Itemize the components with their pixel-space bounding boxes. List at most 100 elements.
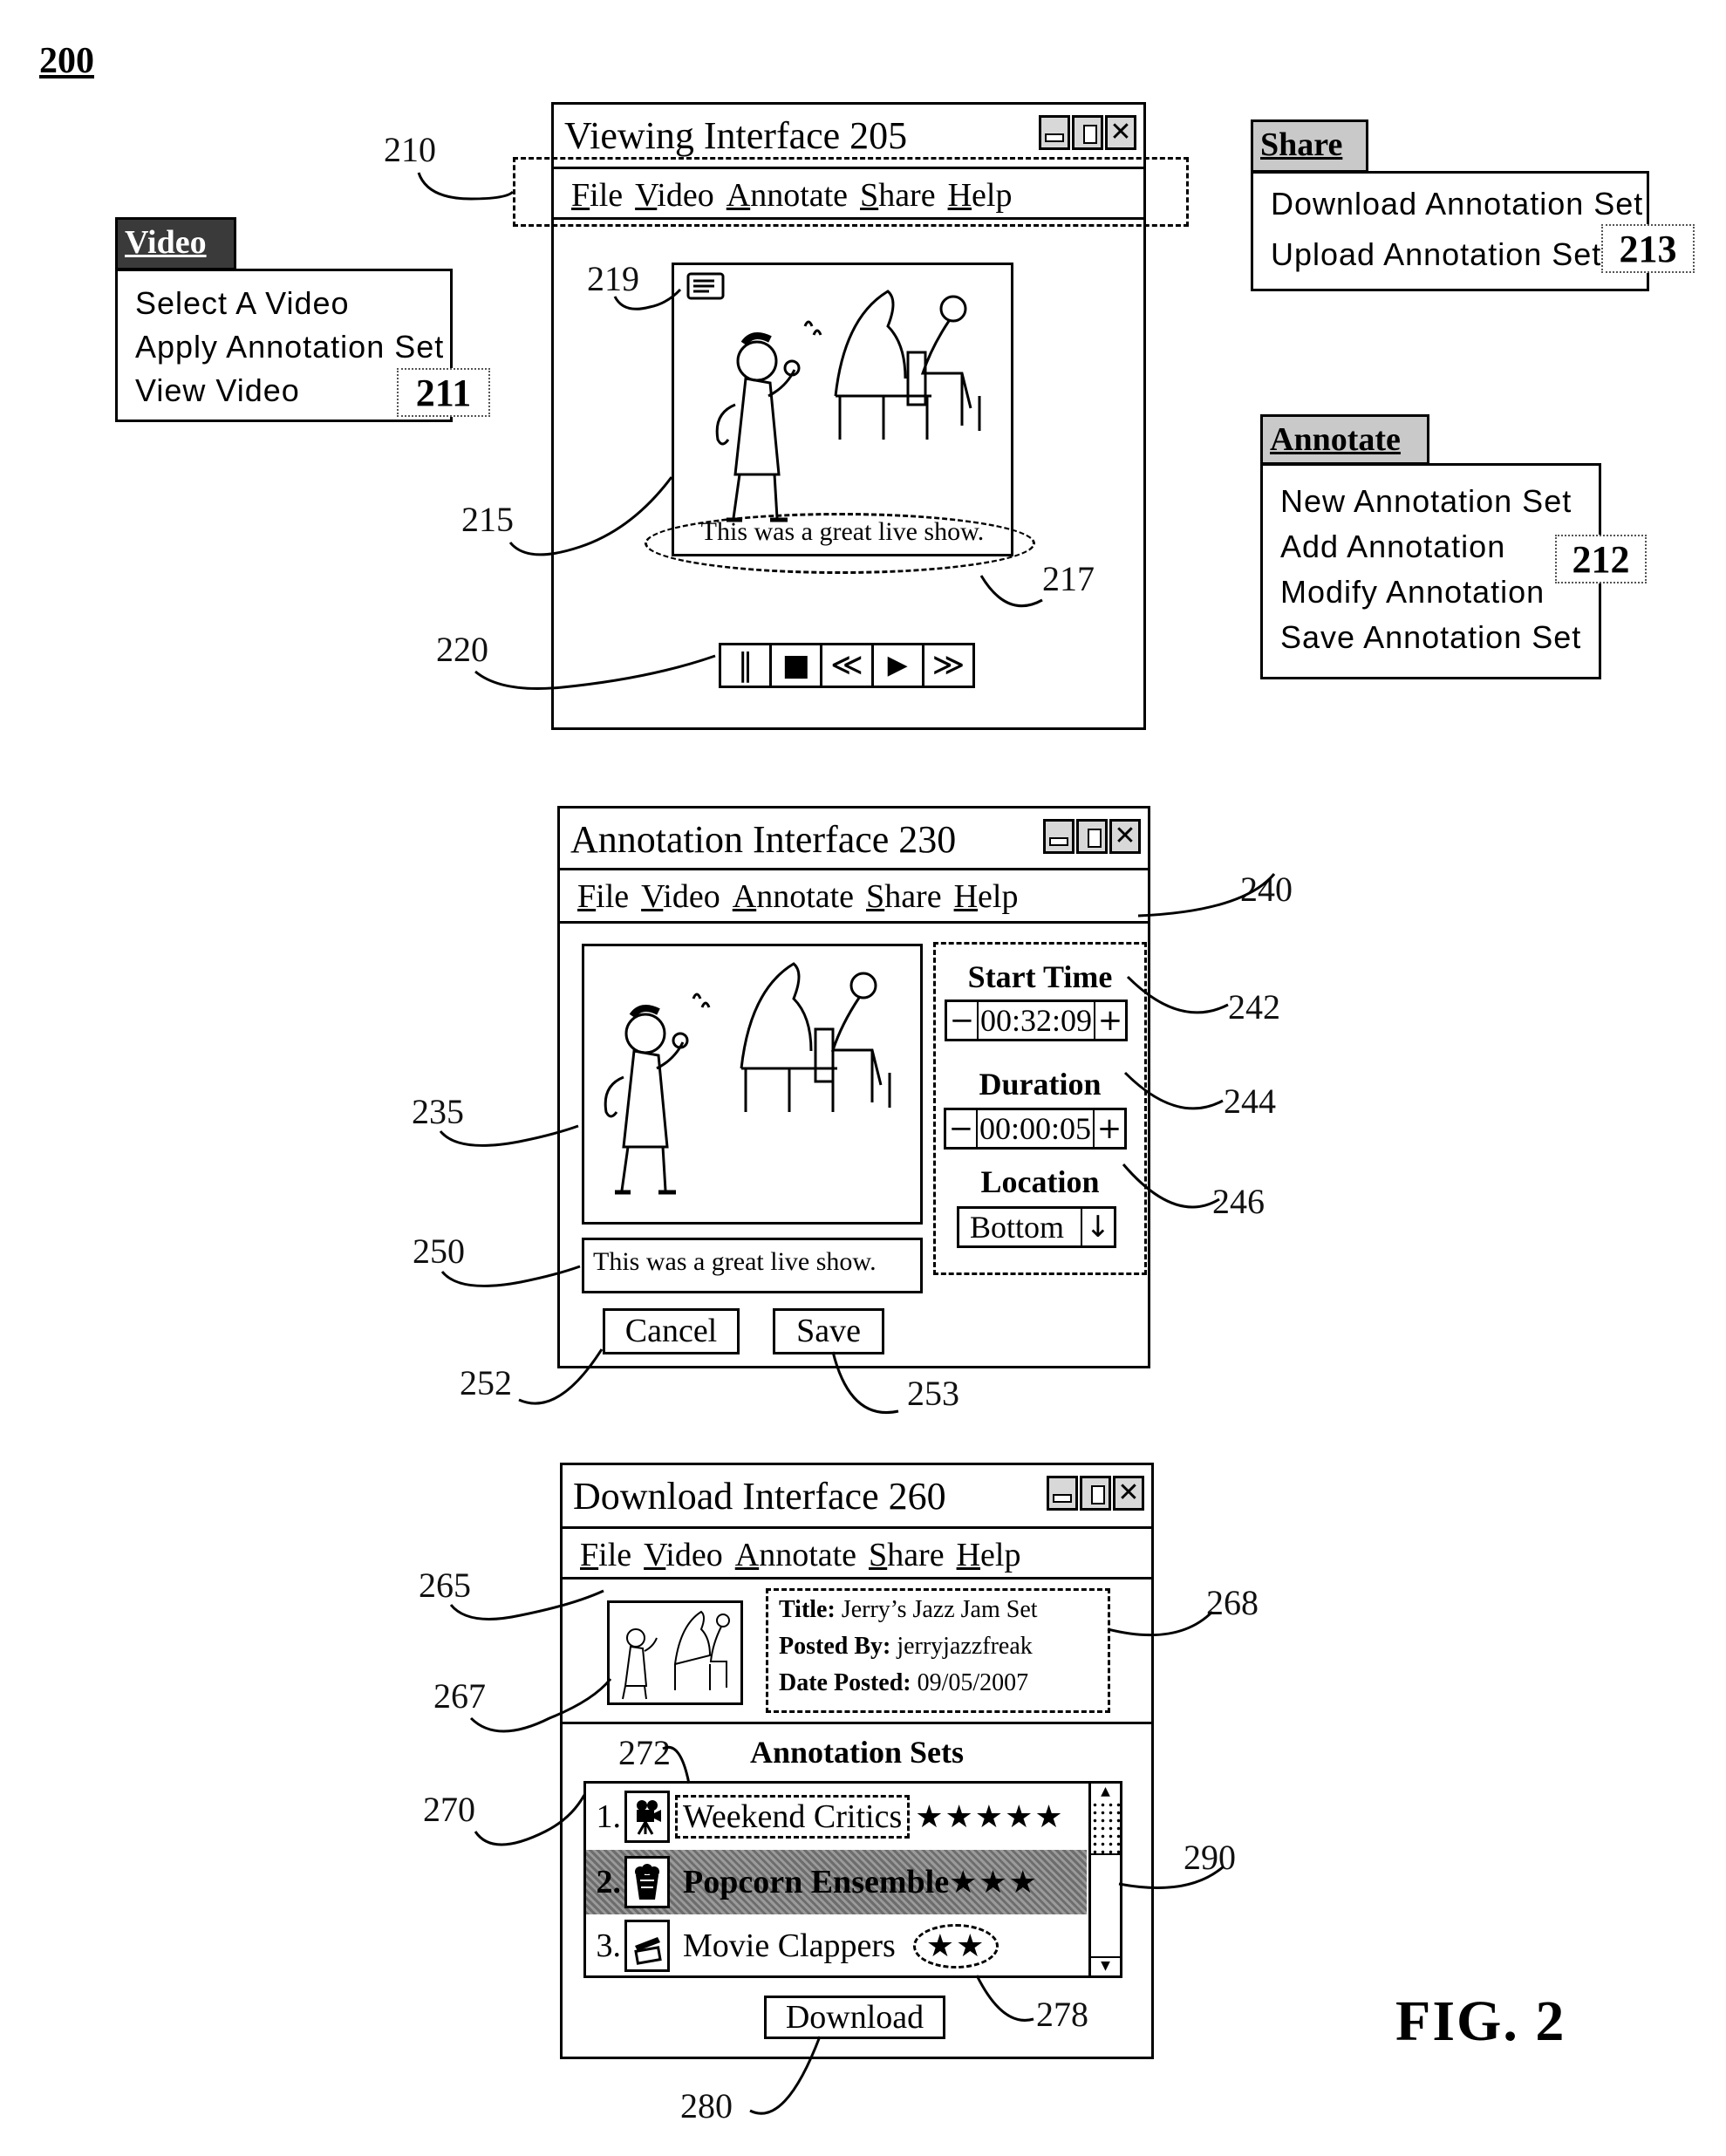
menu-video[interactable]: Video — [641, 877, 720, 916]
video-menu-tab[interactable]: Video — [115, 217, 236, 270]
menu-file[interactable]: File — [580, 1536, 631, 1574]
info-posted-by-value: jerryjazzfreak — [897, 1633, 1033, 1660]
minimize-button[interactable] — [1039, 115, 1070, 150]
menu-item-apply-annotation-set[interactable]: Apply Annotation Set — [135, 329, 444, 365]
menu-file[interactable]: File — [577, 877, 629, 916]
video-menu-tab-label: Video — [125, 224, 207, 261]
restore-button[interactable] — [1072, 115, 1103, 150]
info-date-label: Date Posted: — [779, 1669, 911, 1696]
menu-bar: File Video Annotate Share Help — [560, 870, 1148, 924]
info-date-row: Date Posted: 09/05/2007 — [779, 1669, 1028, 1697]
ref-270: 270 — [423, 1790, 475, 1829]
stop-button[interactable]: ■ — [772, 645, 823, 686]
menu-item-add-annotation[interactable]: Add Annotation — [1280, 529, 1505, 565]
menu-item-select-video[interactable]: Select A Video — [135, 285, 350, 322]
annotation-text-input[interactable]: This was a great live show. — [582, 1238, 923, 1293]
rewind-button[interactable]: ≪ — [822, 645, 874, 686]
menu-item-view-video[interactable]: View Video — [135, 372, 300, 409]
minimize-button[interactable] — [1043, 819, 1074, 854]
share-menu-tab[interactable]: Share — [1251, 119, 1368, 173]
ref-235: 235 — [412, 1092, 464, 1131]
set-name: Weekend Critics — [675, 1795, 911, 1839]
ref-265: 265 — [419, 1566, 471, 1605]
annotate-menu-tab[interactable]: Annotate — [1260, 414, 1429, 465]
info-posted-by-row: Posted By: jerryjazzfreak — [779, 1633, 1033, 1661]
menu-share[interactable]: Share — [869, 1536, 945, 1574]
fast-forward-icon: ≫ — [931, 647, 965, 683]
ref-242: 242 — [1228, 987, 1280, 1027]
close-icon: ✕ — [1114, 821, 1136, 851]
duration-value[interactable]: 00:00:05 — [978, 1110, 1093, 1147]
start-time-stepper: − 00:32:09 + — [945, 1000, 1128, 1041]
video-thumbnail[interactable] — [607, 1600, 743, 1705]
video-info-box: Title: Jerry’s Jazz Jam Set Posted By: j… — [766, 1588, 1110, 1713]
start-time-increment-button[interactable]: + — [1094, 1002, 1125, 1039]
rating-stars: ★★ — [912, 1923, 999, 1968]
location-value: Bottom — [970, 1210, 1065, 1245]
video-scene-illustration — [604, 962, 891, 1195]
clapperboard-icon — [624, 1920, 670, 1972]
video-preview[interactable] — [582, 944, 923, 1225]
chevron-down-icon[interactable]: ↓ — [1081, 1209, 1114, 1245]
ref-240: 240 — [1240, 870, 1293, 909]
scroll-up-arrow-icon[interactable]: ▲ — [1091, 1784, 1120, 1803]
menu-video[interactable]: Video — [644, 1536, 723, 1574]
title-bar: Download Interface 260 ✕ — [563, 1465, 1151, 1529]
restore-button[interactable] — [1080, 1476, 1111, 1511]
share-menu: Download Annotation Set Upload Annotatio… — [1251, 171, 1649, 291]
duration-decrement-button[interactable]: − — [946, 1110, 978, 1147]
play-icon: ▶ — [887, 650, 908, 680]
minimize-button[interactable] — [1047, 1476, 1078, 1511]
annotation-sets-list[interactable]: 1. Weekend Critics ★★★★★ 2. Popcorn Ense… — [583, 1781, 1122, 1978]
start-time-decrement-button[interactable]: − — [947, 1002, 979, 1039]
ref-215: 215 — [461, 500, 514, 539]
menu-help[interactable]: Help — [954, 877, 1019, 916]
menu-item-download-annotation-set[interactable]: Download Annotation Set — [1271, 186, 1643, 222]
ref-244: 244 — [1224, 1081, 1276, 1121]
start-time-label: Start Time — [967, 959, 1113, 994]
menu-help[interactable]: Help — [957, 1536, 1021, 1574]
rating-stars: ★★★★★ — [915, 1798, 1065, 1835]
menu-item-modify-annotation[interactable]: Modify Annotation — [1280, 574, 1545, 611]
location-dropdown[interactable]: Bottom ↓ — [957, 1206, 1116, 1248]
ref-267: 267 — [433, 1676, 486, 1716]
ref-219: 219 — [587, 259, 639, 298]
menu-item-upload-annotation-set[interactable]: Upload Annotation Set — [1271, 236, 1601, 273]
ref-278: 278 — [1036, 1995, 1088, 2034]
duration-increment-button[interactable]: + — [1093, 1110, 1124, 1147]
window-title: Annotation Interface 230 — [570, 818, 957, 861]
close-button[interactable]: ✕ — [1109, 819, 1141, 854]
scroll-down-arrow-icon[interactable]: ▼ — [1091, 1956, 1120, 1975]
annotation-text-value: This was a great live show. — [593, 1247, 877, 1276]
menu-share[interactable]: Share — [866, 877, 942, 916]
list-item[interactable]: 1. Weekend Critics ★★★★★ — [586, 1784, 1087, 1850]
play-button[interactable]: ▶ — [874, 645, 924, 686]
save-button[interactable]: Save — [773, 1308, 884, 1354]
restore-button[interactable] — [1076, 819, 1108, 854]
start-time-value[interactable]: 00:32:09 — [979, 1002, 1094, 1039]
menu-item-new-annotation-set[interactable]: New Annotation Set — [1280, 483, 1572, 520]
annotate-menu: New Annotation Set Add Annotation Modify… — [1260, 463, 1601, 679]
cancel-button[interactable]: Cancel — [603, 1308, 740, 1354]
download-button[interactable]: Download — [764, 1996, 945, 2039]
thumbnail-illustration — [622, 1610, 730, 1700]
info-title-row: Title: Jerry’s Jazz Jam Set — [779, 1596, 1038, 1624]
ref-220: 220 — [436, 630, 488, 669]
ref-252: 252 — [460, 1363, 512, 1402]
list-item-selected[interactable]: 2. Popcorn Ensemble ★★★ — [586, 1850, 1087, 1914]
scrollbar[interactable]: ▲ ▼ — [1088, 1784, 1120, 1975]
set-name: Movie Clappers — [683, 1927, 896, 1964]
scroll-thumb[interactable] — [1091, 1801, 1120, 1855]
pause-button[interactable]: ‖ — [721, 645, 773, 686]
stop-icon: ■ — [781, 648, 810, 683]
ref-212: 212 — [1555, 535, 1647, 583]
menu-annotate[interactable]: Annotate — [733, 877, 854, 916]
close-button[interactable]: ✕ — [1113, 1476, 1144, 1511]
close-button[interactable]: ✕ — [1105, 115, 1136, 150]
fast-forward-button[interactable]: ≫ — [924, 645, 972, 686]
menu-annotate[interactable]: Annotate — [735, 1536, 856, 1574]
ref-217: 217 — [1042, 559, 1095, 598]
leader-210 — [417, 172, 515, 201]
menu-item-save-annotation-set[interactable]: Save Annotation Set — [1280, 619, 1581, 656]
list-item[interactable]: 3. Movie Clappers ★★ — [586, 1914, 1087, 1977]
